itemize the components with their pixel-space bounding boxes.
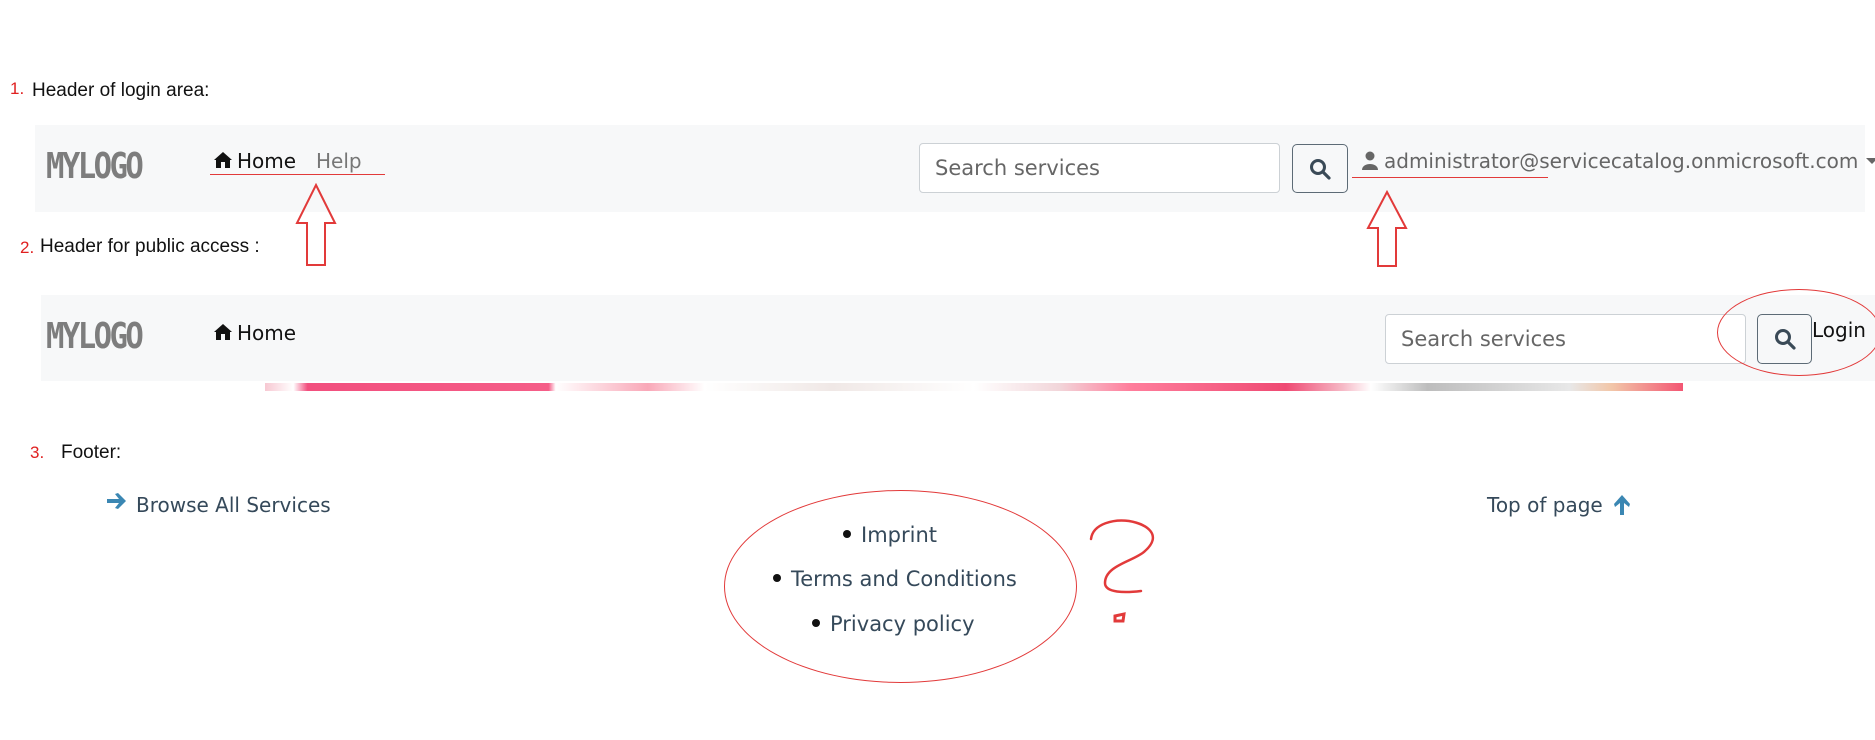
annotation-arrow-up-icon bbox=[295, 183, 337, 266]
nav-home[interactable]: Home bbox=[213, 321, 296, 345]
home-icon bbox=[214, 152, 232, 168]
annotation-underline bbox=[210, 174, 385, 175]
search-icon bbox=[1310, 158, 1331, 180]
nav-help[interactable]: Help bbox=[316, 149, 362, 173]
nav-home[interactable]: Home bbox=[213, 149, 296, 173]
logo[interactable]: MYLOGO bbox=[46, 316, 144, 357]
top-of-page-link[interactable]: Top of page bbox=[1487, 493, 1631, 517]
user-icon bbox=[1362, 151, 1378, 170]
nav-home-label: Home bbox=[237, 149, 297, 173]
arrow-right-icon bbox=[107, 493, 126, 509]
logo[interactable]: MYLOGO bbox=[46, 146, 144, 187]
chevron-down-icon bbox=[1866, 158, 1875, 164]
annotation-circle bbox=[1717, 289, 1875, 376]
question-mark-icon bbox=[1089, 519, 1154, 623]
user-email: administrator@servicecatalog.onmicrosoft… bbox=[1384, 149, 1859, 173]
search-input[interactable]: Search services bbox=[919, 143, 1280, 193]
nav-home-label: Home bbox=[237, 321, 297, 345]
annotation-arrow-up-icon bbox=[1366, 190, 1408, 267]
annotation-underline bbox=[1352, 177, 1548, 178]
section-caption: Header for public access : bbox=[40, 236, 260, 257]
section-number: 1. bbox=[10, 79, 25, 98]
browse-all-services-label: Browse All Services bbox=[136, 493, 331, 517]
section-caption: Header of login area: bbox=[32, 80, 210, 101]
user-menu[interactable]: administrator@servicecatalog.onmicrosoft… bbox=[1362, 149, 1875, 173]
annotation-circle bbox=[724, 490, 1077, 683]
browse-all-services-link[interactable]: Browse All Services bbox=[106, 493, 331, 517]
home-icon bbox=[214, 324, 232, 340]
top-of-page-label: Top of page bbox=[1487, 493, 1603, 517]
section-caption: Footer: bbox=[61, 442, 122, 463]
search-button[interactable] bbox=[1292, 144, 1348, 193]
arrow-up-icon bbox=[1613, 495, 1630, 515]
hero-image-strip bbox=[265, 383, 1683, 391]
section-number: 3. bbox=[30, 443, 45, 462]
search-input[interactable]: Search services bbox=[1385, 314, 1746, 364]
section-number: 2. bbox=[20, 238, 35, 257]
